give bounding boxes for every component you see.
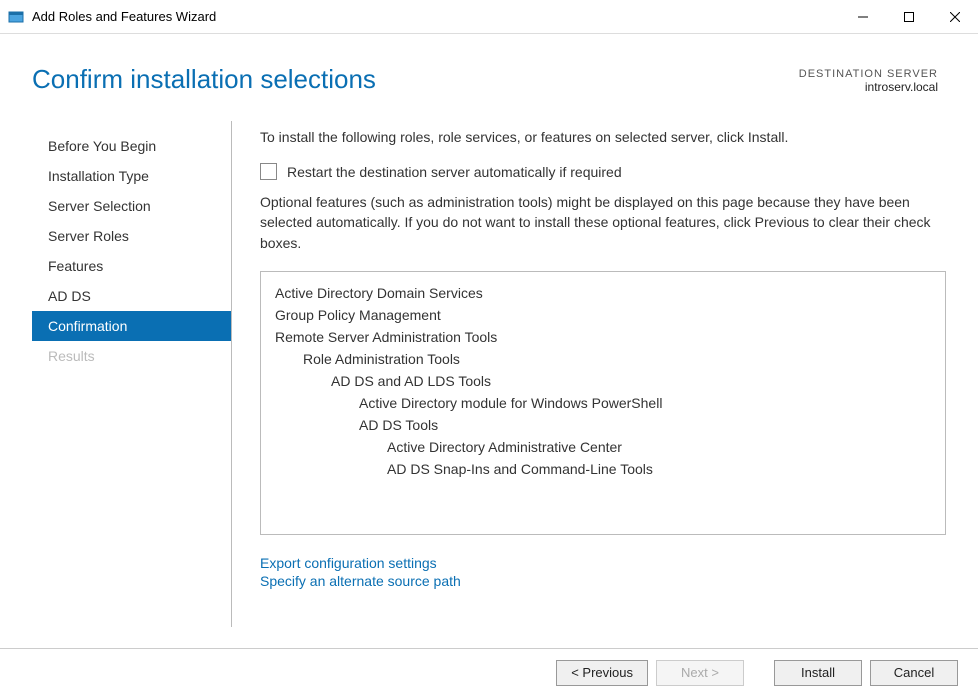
page-title: Confirm installation selections <box>32 64 799 95</box>
restart-checkbox-row[interactable]: Restart the destination server automatic… <box>260 163 946 180</box>
sidebar-item-confirmation[interactable]: Confirmation <box>32 311 231 341</box>
sidebar-item-server-roles[interactable]: Server Roles <box>32 221 231 251</box>
window-controls <box>840 0 978 33</box>
selections-box[interactable]: Active Directory Domain Services Group P… <box>260 271 946 535</box>
selection-item: Active Directory Administrative Center <box>275 436 931 458</box>
sidebar-item-before-you-begin[interactable]: Before You Begin <box>32 131 231 161</box>
install-button[interactable]: Install <box>774 660 862 686</box>
sidebar: Before You Begin Installation Type Serve… <box>32 121 232 627</box>
sidebar-item-installation-type[interactable]: Installation Type <box>32 161 231 191</box>
selection-item: Group Policy Management <box>275 304 931 326</box>
previous-button[interactable]: < Previous <box>556 660 648 686</box>
sidebar-item-server-selection[interactable]: Server Selection <box>32 191 231 221</box>
selection-item: Active Directory module for Windows Powe… <box>275 392 931 414</box>
next-button: Next > <box>656 660 744 686</box>
right-panel: To install the following roles, role ser… <box>232 121 978 627</box>
window-title: Add Roles and Features Wizard <box>32 9 840 24</box>
selection-item: Role Administration Tools <box>275 348 931 370</box>
selection-item: Active Directory Domain Services <box>275 282 931 304</box>
selection-item: AD DS Tools <box>275 414 931 436</box>
destination-value: introserv.local <box>799 80 938 94</box>
links-block: Export configuration settings Specify an… <box>260 555 946 589</box>
destination-label: DESTINATION SERVER <box>799 68 938 80</box>
close-button[interactable] <box>932 0 978 34</box>
alternate-source-link[interactable]: Specify an alternate source path <box>260 573 946 589</box>
main-area: Before You Begin Installation Type Serve… <box>0 107 978 627</box>
restart-checkbox-label: Restart the destination server automatic… <box>287 164 622 180</box>
sidebar-item-features[interactable]: Features <box>32 251 231 281</box>
maximize-button[interactable] <box>886 0 932 34</box>
intro-text: To install the following roles, role ser… <box>260 129 946 145</box>
optional-features-text: Optional features (such as administratio… <box>260 192 946 253</box>
destination-block: DESTINATION SERVER introserv.local <box>799 68 938 94</box>
export-config-link[interactable]: Export configuration settings <box>260 555 946 571</box>
cancel-button[interactable]: Cancel <box>870 660 958 686</box>
footer: < Previous Next > Install Cancel <box>0 648 978 696</box>
selection-item: AD DS Snap-Ins and Command-Line Tools <box>275 458 931 480</box>
minimize-button[interactable] <box>840 0 886 34</box>
selection-item: Remote Server Administration Tools <box>275 326 931 348</box>
header-row: Confirm installation selections DESTINAT… <box>0 34 978 107</box>
sidebar-item-ad-ds[interactable]: AD DS <box>32 281 231 311</box>
app-icon <box>8 9 24 25</box>
restart-checkbox[interactable] <box>260 163 277 180</box>
sidebar-item-results: Results <box>32 341 231 371</box>
selection-item: AD DS and AD LDS Tools <box>275 370 931 392</box>
titlebar: Add Roles and Features Wizard <box>0 0 978 34</box>
